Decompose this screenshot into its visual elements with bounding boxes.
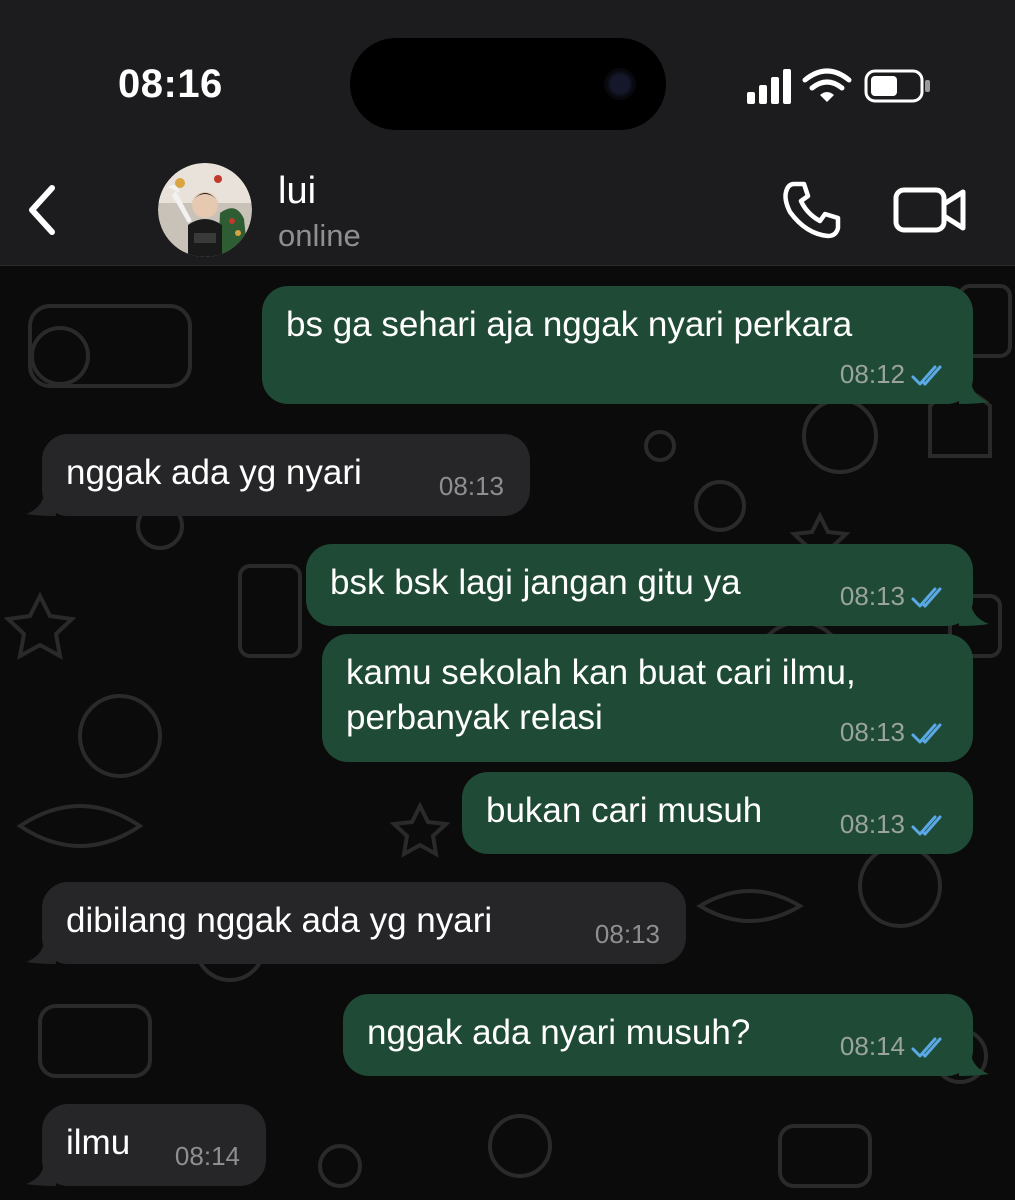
bubble-tail [959,1054,989,1076]
status-time: 08:16 [118,62,223,106]
contact-name[interactable]: lui [278,170,316,213]
wallpaper-doodle [78,694,162,778]
message-time: 08:13 [839,717,905,747]
wifi-icon [802,68,852,102]
chat-header: lui online [0,160,1015,266]
message-text: bsk bsk lagi jangan gitu ya [330,563,741,602]
outgoing-message[interactable]: nggak ada nyari musuh? 08:14 [343,994,989,1076]
back-button[interactable] [18,180,68,240]
chevron-left-icon [29,185,55,235]
outgoing-message[interactable]: bs ga sehari aja nggak nyari perkara 08:1… [262,286,989,404]
wallpaper-doodle [858,844,942,928]
wallpaper-doodle [30,326,90,386]
contact-avatar[interactable] [158,163,252,257]
contact-status: online [278,218,361,253]
front-camera [604,68,636,100]
video-camera-icon [893,187,966,233]
bubble-tail [26,942,56,964]
wallpaper-doodle [28,304,192,388]
message-text: dibilang nggak ada yg nyari [66,901,493,940]
wallpaper-doodle [389,801,451,858]
wallpaper-doodle [696,889,804,923]
message-time: 08:12 [839,359,905,389]
voice-call-button[interactable] [780,178,844,242]
double-check-icon [911,815,942,836]
message-text: nggak ada yg nyari [66,453,362,492]
wallpaper-doodle [16,804,144,848]
wallpaper-doodle [3,591,77,660]
message-time: 08:13 [839,809,905,839]
message-text: bukan cari musuh [486,791,763,830]
incoming-message[interactable]: nggak ada yg nyari 08:13 [26,434,530,516]
message-time: 08:13 [839,581,905,611]
incoming-message[interactable]: ilmu 08:14 [26,1104,266,1186]
video-call-button[interactable] [893,182,967,238]
wallpaper-doodle [318,1144,362,1188]
bubble-tail [959,604,989,626]
message-text: ilmu [66,1123,131,1162]
message-time: 08:14 [839,1031,905,1061]
phone-icon [783,181,841,239]
message-time: 08:13 [438,471,504,501]
outgoing-message[interactable]: kamu sekolah kan buat cari ilmu, perbanya… [322,634,973,762]
wallpaper-doodle [238,564,302,658]
dynamic-island [350,38,666,130]
message-time: 08:14 [174,1141,240,1171]
double-check-icon [911,1037,942,1058]
message-text: bs ga sehari aja nggak nyari perkara [286,305,853,344]
battery-icon [864,69,930,103]
wallpaper-doodle [802,398,878,474]
wallpaper-doodle [644,430,676,462]
wallpaper-doodle [694,480,746,532]
wallpaper-doodle [778,1124,872,1188]
message-text: perbanyak relasi [346,698,603,737]
message-text: kamu sekolah kan buat cari ilmu, [346,653,856,692]
status-icons [747,68,930,104]
double-check-icon [911,587,942,608]
wallpaper-doodle [38,1004,152,1078]
message-time: 08:13 [594,919,660,949]
outgoing-message[interactable]: bsk bsk lagi jangan gitu ya 08:13 [306,544,989,626]
bubble-tail [26,1164,56,1186]
wallpaper-doodle [488,1114,552,1178]
chat-area[interactable]: bs ga sehari aja nggak nyari perkara 08:1… [0,266,1015,1200]
bubble-tail [26,494,56,516]
signal-icon [747,69,791,104]
outgoing-message[interactable]: bukan cari musuh 08:13 [462,772,973,854]
double-check-icon [911,723,942,744]
status-bar: 08:16 [0,0,1015,160]
bubble-tail [959,382,989,404]
message-text: nggak ada nyari musuh? [367,1013,751,1052]
double-check-icon [911,365,942,386]
incoming-message[interactable]: dibilang nggak ada yg nyari 08:13 [26,882,686,964]
